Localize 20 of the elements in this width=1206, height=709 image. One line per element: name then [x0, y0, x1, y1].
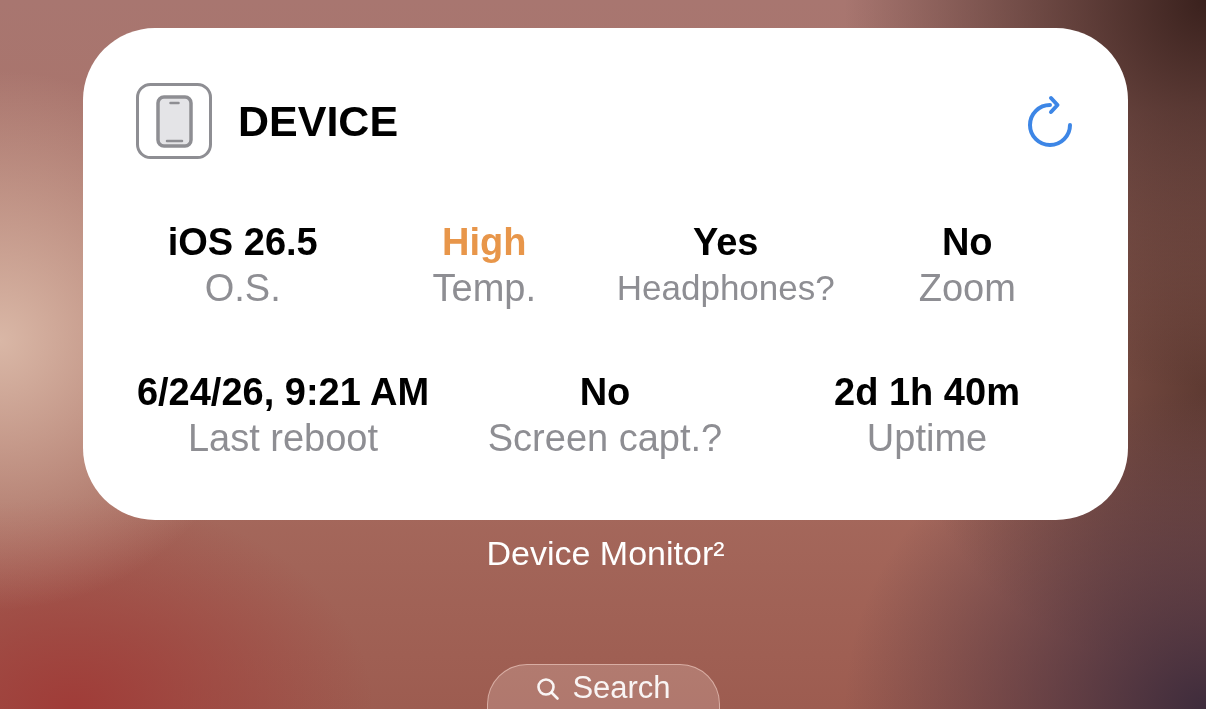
widget-caption: Device Monitor² [485, 533, 726, 574]
stat-value: 2d 1h 40m [834, 370, 1020, 414]
stat-label: Headphones? [616, 267, 835, 309]
stat-value: No [579, 370, 631, 414]
stat-label: Temp. [432, 266, 536, 310]
stat-label: O.S. [204, 266, 281, 310]
stat-label: Last reboot [187, 416, 379, 460]
stat-value: 6/24/26, 9:21 AM [136, 370, 430, 414]
search-button[interactable]: Search [487, 664, 720, 709]
stat-value: Yes [693, 220, 759, 264]
phone-icon [136, 83, 212, 159]
stat-value: No [941, 220, 993, 264]
widget-title: DEVICE [238, 96, 399, 146]
stat-label: Screen capt.? [487, 416, 723, 460]
stat-label: Uptime [866, 416, 988, 460]
search-icon [536, 677, 561, 701]
stat-value: iOS 26.5 [167, 220, 318, 264]
stat-value: High [442, 220, 527, 264]
refresh-icon[interactable] [1026, 94, 1074, 148]
stat-label: Zoom [918, 266, 1016, 310]
